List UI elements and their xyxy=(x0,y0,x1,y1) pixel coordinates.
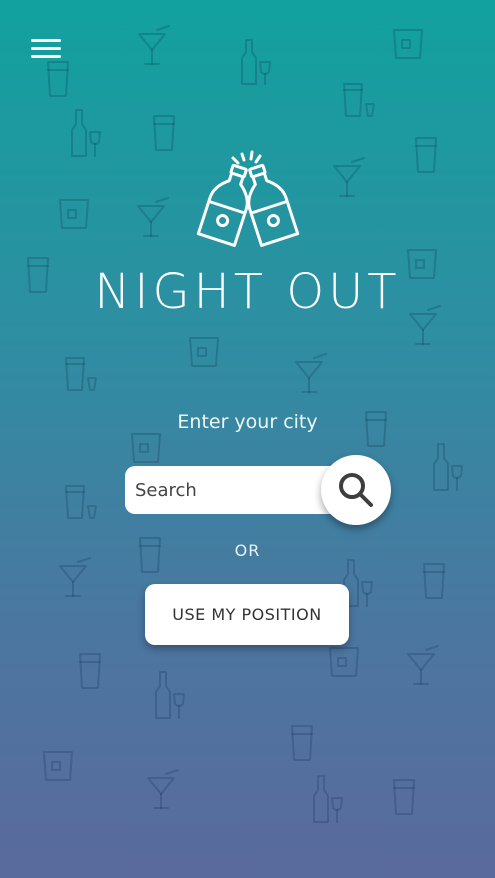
wine-bottle-icon xyxy=(155,671,185,719)
wine-bottle-icon xyxy=(433,443,463,491)
whisky-glass-icon xyxy=(189,337,219,367)
city-label: Enter your city xyxy=(177,411,318,433)
cocktail-glass-icon xyxy=(138,25,170,65)
cocktail-glass-icon xyxy=(333,157,365,197)
search-button[interactable] xyxy=(321,455,391,525)
cocktail-glass-icon xyxy=(295,353,327,393)
wine-bottle-icon xyxy=(71,109,101,157)
beer-glass-icon xyxy=(153,115,175,151)
shaker-icon xyxy=(65,485,97,519)
whisky-glass-icon xyxy=(43,751,73,781)
cocktail-glass-icon xyxy=(407,645,439,685)
home-screen: NIGHT OUT Enter your city OR USE MY POSI… xyxy=(0,0,495,878)
cocktail-glass-icon xyxy=(59,557,91,597)
app-title: NIGHT OUT xyxy=(94,264,401,320)
beer-glass-icon xyxy=(423,563,445,599)
search-field xyxy=(125,466,350,514)
beer-glass-icon xyxy=(291,725,313,761)
beer-glass-icon xyxy=(79,653,101,689)
whisky-glass-icon xyxy=(59,199,89,229)
wine-bottle-icon xyxy=(241,39,271,85)
or-separator: OR xyxy=(234,541,261,560)
wine-bottle-icon xyxy=(313,775,343,823)
search-input[interactable] xyxy=(125,466,350,514)
beer-glass-icon xyxy=(415,137,437,173)
beer-glass-icon xyxy=(47,61,69,97)
whisky-glass-icon xyxy=(393,29,423,59)
whisky-glass-icon xyxy=(329,647,359,677)
shaker-icon xyxy=(343,83,375,117)
use-my-position-button[interactable]: USE MY POSITION xyxy=(145,584,349,645)
search-icon xyxy=(339,473,373,507)
beer-glass-icon xyxy=(393,779,415,815)
hamburger-menu-button[interactable] xyxy=(28,34,64,62)
cocktail-glass-icon xyxy=(137,197,169,237)
cocktail-glass-icon xyxy=(147,769,179,809)
cheers-bottles-icon xyxy=(196,144,300,248)
drinks-pattern-background xyxy=(0,0,495,878)
shaker-icon xyxy=(65,357,97,391)
